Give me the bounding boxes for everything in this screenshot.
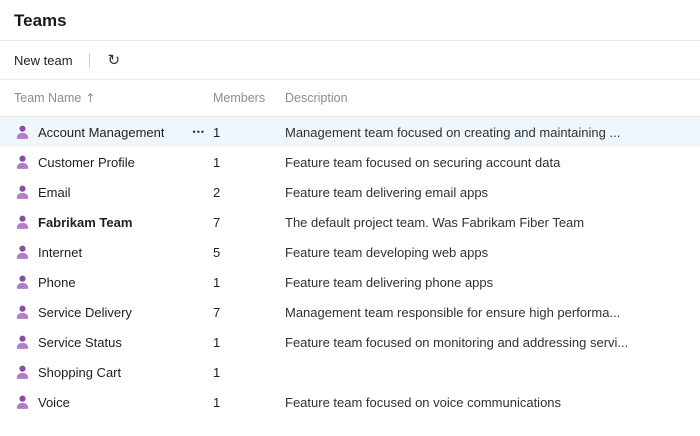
team-description: Management team responsible for ensure h… [285, 304, 621, 320]
page-header: Teams [0, 0, 700, 41]
team-name[interactable]: Service Status [38, 335, 122, 350]
team-name-cell: Internet ••• [14, 244, 213, 261]
table-row[interactable]: Email ••• 2 Feature team delivering emai… [0, 177, 700, 207]
team-name[interactable]: Phone [38, 275, 76, 290]
team-name[interactable]: Service Delivery [38, 305, 132, 320]
team-members-count: 7 [213, 304, 221, 320]
team-name-cell: Email ••• [14, 184, 213, 201]
toolbar-divider [88, 52, 90, 68]
toolbar: New team ↻ [0, 41, 700, 80]
table-row[interactable]: Shopping Cart ••• 1 [0, 357, 700, 387]
team-name[interactable]: Email [38, 185, 71, 200]
team-name[interactable]: Shopping Cart [38, 365, 121, 380]
team-name-cell: Phone ••• [14, 274, 213, 291]
team-icon [14, 154, 31, 171]
refresh-icon: ↻ [107, 50, 121, 69]
table-header: Team Name ↑ Members Description [0, 80, 700, 117]
team-description: Feature team developing web apps [285, 244, 489, 260]
team-name[interactable]: Account Management [38, 125, 164, 140]
teams-table: Team Name ↑ Members Description Account M… [0, 80, 700, 417]
column-header-members[interactable]: Members [213, 91, 285, 105]
team-description: Management team focused on creating and … [285, 124, 621, 140]
team-name-cell: Shopping Cart ••• [14, 364, 213, 381]
team-description: The default project team. Was Fabrikam F… [285, 214, 585, 230]
new-team-button[interactable]: New team [14, 47, 77, 74]
team-name-cell: Voice ••• [14, 394, 213, 411]
team-name[interactable]: Customer Profile [38, 155, 135, 170]
team-name[interactable]: Voice [38, 395, 70, 410]
team-members-count: 1 [213, 274, 221, 290]
team-icon [14, 214, 31, 231]
team-name-cell: Customer Profile ••• [14, 154, 213, 171]
table-row[interactable]: Internet ••• 5 Feature team developing w… [0, 237, 700, 267]
team-description: Feature team focused on voice communicat… [285, 394, 562, 410]
column-header-team-name[interactable]: Team Name ↑ [14, 91, 213, 105]
team-icon [14, 124, 31, 141]
team-name-cell: Service Delivery ••• [14, 304, 213, 321]
team-icon [14, 184, 31, 201]
team-members-count: 2 [213, 184, 221, 200]
table-row[interactable]: Voice ••• 1 Feature team focused on voic… [0, 387, 700, 417]
page-title: Teams [14, 11, 67, 30]
team-members-count: 7 [213, 214, 221, 230]
team-icon [14, 334, 31, 351]
refresh-button[interactable]: ↻ [104, 51, 125, 70]
team-name-cell: Account Management ••• [14, 124, 213, 141]
team-icon [14, 394, 31, 411]
team-members-count: 1 [213, 334, 221, 350]
team-icon [14, 274, 31, 291]
table-row[interactable]: Service Delivery ••• 7 Management team r… [0, 297, 700, 327]
team-members-count: 1 [213, 364, 221, 380]
team-members-count: 1 [213, 124, 221, 140]
sort-ascending-icon: ↑ [85, 91, 96, 105]
team-rows: Account Management ••• 1 Management team… [0, 117, 700, 417]
column-header-description[interactable]: Description [285, 91, 700, 105]
team-name-cell: Fabrikam Team ••• [14, 214, 213, 231]
team-name[interactable]: Fabrikam Team [38, 215, 132, 230]
team-members-count: 5 [213, 244, 221, 260]
team-icon [14, 364, 31, 381]
team-members-count: 1 [213, 154, 221, 170]
table-row[interactable]: Account Management ••• 1 Management team… [0, 117, 700, 147]
table-row[interactable]: Fabrikam Team ••• 7 The default project … [0, 207, 700, 237]
column-header-team-name-label: Team Name [14, 91, 82, 105]
team-name-cell: Service Status ••• [14, 334, 213, 351]
table-row[interactable]: Customer Profile ••• 1 Feature team focu… [0, 147, 700, 177]
team-icon [14, 244, 31, 261]
team-icon [14, 304, 31, 321]
more-options-button[interactable]: ••• [191, 125, 207, 139]
team-name[interactable]: Internet [38, 245, 82, 260]
teams-page: Teams New team ↻ Team Name ↑ Members Desc… [0, 0, 700, 417]
team-description: Feature team delivering email apps [285, 184, 489, 200]
team-members-count: 1 [213, 394, 221, 410]
team-description: Feature team focused on monitoring and a… [285, 334, 629, 350]
team-description: Feature team delivering phone apps [285, 274, 494, 290]
table-row[interactable]: Service Status ••• 1 Feature team focuse… [0, 327, 700, 357]
team-description: Feature team focused on securing account… [285, 154, 561, 170]
table-row[interactable]: Phone ••• 1 Feature team delivering phon… [0, 267, 700, 297]
